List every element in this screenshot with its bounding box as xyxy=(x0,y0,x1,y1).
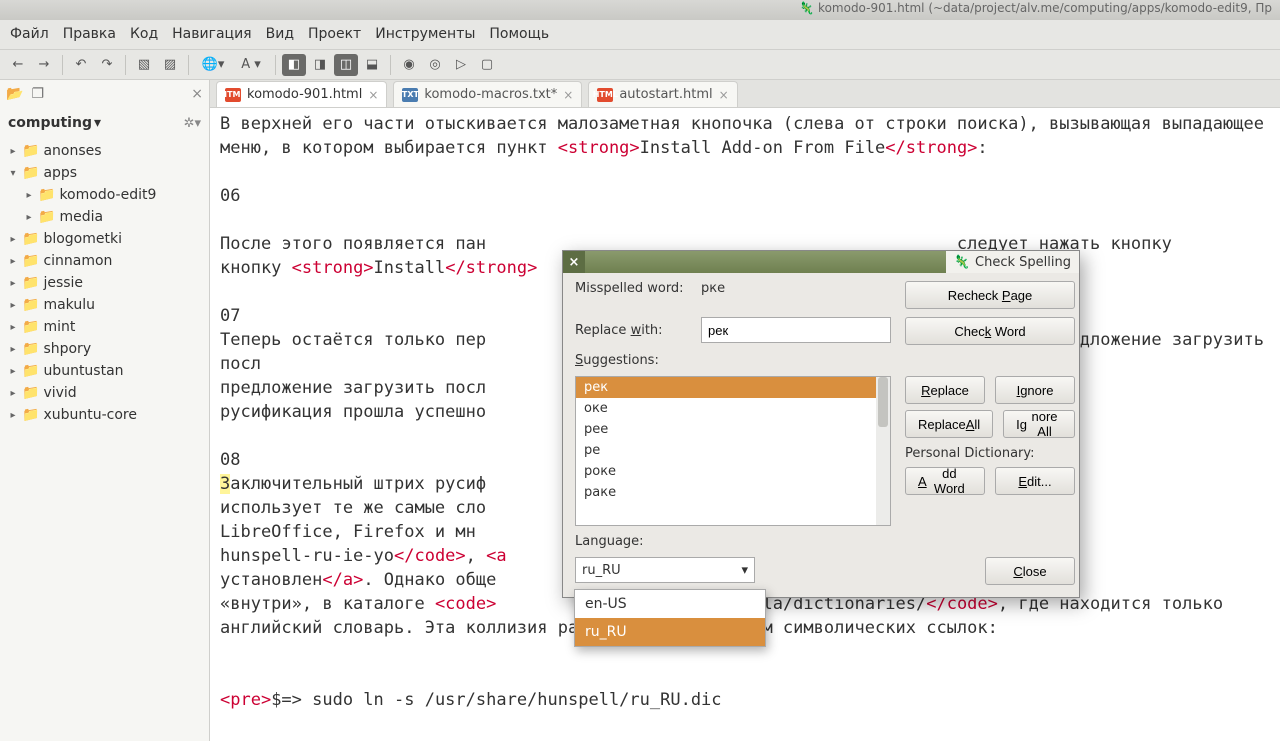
stop-icon[interactable]: ◎ xyxy=(423,54,447,76)
tab-komodo-901[interactable]: HTMLkomodo-901.html× xyxy=(216,81,387,107)
txt-file-icon: TXT xyxy=(402,88,418,102)
tree-item-jessie[interactable]: ▸📁jessie xyxy=(4,272,205,294)
tree-item-makulu[interactable]: ▸📁makulu xyxy=(4,294,205,316)
check-spelling-dialog: × 🦎 Check Spelling Misspelled word: рке R… xyxy=(562,250,1080,598)
replace-with-input[interactable] xyxy=(701,317,891,343)
gear-icon[interactable]: ✲▾ xyxy=(184,116,201,131)
language-select[interactable]: ru_RU▾ xyxy=(575,557,755,583)
dialog-close-icon[interactable]: × xyxy=(563,251,585,273)
panel-right-icon[interactable]: ◨ xyxy=(308,54,332,76)
recheck-page-button[interactable]: Recheck Page xyxy=(905,281,1075,309)
scrollbar[interactable] xyxy=(876,377,890,525)
tree-item-media[interactable]: ▸📁media xyxy=(4,206,205,228)
menu-nav[interactable]: Навигация xyxy=(172,26,251,43)
menu-file[interactable]: Файл xyxy=(10,26,49,43)
save-all-icon[interactable]: ▨ xyxy=(158,54,182,76)
panel-split-icon[interactable]: ◫ xyxy=(334,54,358,76)
tab-autostart[interactable]: HTMLautostart.html× xyxy=(588,81,737,107)
menu-view[interactable]: Вид xyxy=(266,26,294,43)
edit-dict-button[interactable]: Edit... xyxy=(995,467,1075,495)
suggestions-label: Suggestions: xyxy=(575,353,659,368)
check-word-button[interactable]: Check Word xyxy=(905,317,1075,345)
play-icon[interactable]: ▷ xyxy=(449,54,473,76)
suggestion-item[interactable]: роке xyxy=(576,461,890,482)
replace-button[interactable]: Replace xyxy=(905,376,985,404)
html-file-icon: HTML xyxy=(597,88,613,102)
suggestions-list[interactable]: рек оке рее ре роке раке xyxy=(575,376,891,526)
misspelled-label: Misspelled word: xyxy=(575,281,693,296)
nav-fwd-icon[interactable]: → xyxy=(32,54,56,76)
language-dropdown[interactable]: en-US ru_RU xyxy=(574,589,766,647)
record-icon[interactable]: ◉ xyxy=(397,54,421,76)
suggestion-item[interactable]: оке xyxy=(576,398,890,419)
tree-item-shpory[interactable]: ▸📁shpory xyxy=(4,338,205,360)
nav-back-icon[interactable]: ← xyxy=(6,54,30,76)
menu-code[interactable]: Код xyxy=(130,26,158,43)
personal-dict-label: Personal Dictionary: xyxy=(905,446,1075,461)
repeat-icon[interactable]: ▢ xyxy=(475,54,499,76)
dialog-title: Check Spelling xyxy=(975,255,1071,270)
lang-option-en[interactable]: en-US xyxy=(575,590,765,618)
toolbar: ← → ↶ ↷ ▧ ▨ 🌐▾ A ▾ ◧ ◨ ◫ ⬓ ◉ ◎ ▷ ▢ xyxy=(0,50,1280,80)
tree-item-anonses[interactable]: ▸📁anonses xyxy=(4,140,205,162)
menu-help[interactable]: Помощь xyxy=(489,26,549,43)
menu-tools[interactable]: Инструменты xyxy=(375,26,475,43)
close-icon[interactable]: × xyxy=(719,88,729,102)
copy-icon[interactable]: ❐ xyxy=(31,86,44,102)
suggestion-item[interactable]: рек xyxy=(576,377,890,398)
tab-komodo-macros[interactable]: TXTkomodo-macros.txt*× xyxy=(393,81,582,107)
tree-item-xubuntu-core[interactable]: ▸📁xubuntu-core xyxy=(4,404,205,426)
lang-option-ru[interactable]: ru_RU xyxy=(575,618,765,646)
tree-item-vivid[interactable]: ▸📁vivid xyxy=(4,382,205,404)
sidebar-root-label[interactable]: computing xyxy=(8,115,92,131)
undo-icon[interactable]: ↶ xyxy=(69,54,93,76)
tree-item-mint[interactable]: ▸📁mint xyxy=(4,316,205,338)
ignore-button[interactable]: Ignore xyxy=(995,376,1075,404)
spellcheck-icon: 🦎 xyxy=(954,255,970,270)
chevron-down-icon[interactable]: ▾ xyxy=(94,115,101,131)
tree-item-apps[interactable]: ▾📁apps xyxy=(4,162,205,184)
close-icon[interactable]: × xyxy=(563,88,573,102)
add-word-button[interactable]: Add Word xyxy=(905,467,985,495)
html-file-icon: HTML xyxy=(225,88,241,102)
replace-all-button[interactable]: Replace All xyxy=(905,410,993,438)
replace-with-label: Replace with: xyxy=(575,323,693,338)
suggestion-item[interactable]: ре xyxy=(576,440,890,461)
menu-project[interactable]: Проект xyxy=(308,26,361,43)
tree-item-ubuntustan[interactable]: ▸📁ubuntustan xyxy=(4,360,205,382)
language-label: Language: xyxy=(575,534,1075,549)
file-tree[interactable]: ▸📁anonses▾📁apps▸📁komodo-edit9▸📁media▸📁bl… xyxy=(0,138,209,428)
suggestion-item[interactable]: раке xyxy=(576,482,890,503)
sidebar: 📂 ❐ × computing ▾ ✲▾ ▸📁anonses▾📁apps▸📁ko… xyxy=(0,80,210,741)
tree-item-blogometki[interactable]: ▸📁blogometki xyxy=(4,228,205,250)
close-icon[interactable]: × xyxy=(368,88,378,102)
save-icon[interactable]: ▧ xyxy=(132,54,156,76)
menu-edit[interactable]: Правка xyxy=(63,26,116,43)
chevron-down-icon: ▾ xyxy=(741,563,748,578)
browser-icon[interactable]: 🌐▾ xyxy=(195,54,231,76)
window-titlebar: 🦎 komodo-901.html (~data/project/alv.me/… xyxy=(0,0,1280,20)
misspelled-value: рке xyxy=(701,281,725,296)
panel-left-icon[interactable]: ◧ xyxy=(282,54,306,76)
folder-icon[interactable]: 📂 xyxy=(6,86,23,102)
app-icon: 🦎 xyxy=(799,1,814,15)
window-title: komodo-901.html (~data/project/alv.me/co… xyxy=(818,1,1272,15)
panel-bottom-icon[interactable]: ⬓ xyxy=(360,54,384,76)
close-button[interactable]: Close xyxy=(985,557,1075,585)
tree-item-cinnamon[interactable]: ▸📁cinnamon xyxy=(4,250,205,272)
editor-tabs: HTMLkomodo-901.html× TXTkomodo-macros.tx… xyxy=(210,80,1280,108)
menubar: Файл Правка Код Навигация Вид Проект Инс… xyxy=(0,20,1280,50)
redo-icon[interactable]: ↷ xyxy=(95,54,119,76)
tree-item-komodo-edit9[interactable]: ▸📁komodo-edit9 xyxy=(4,184,205,206)
sidebar-close-icon[interactable]: × xyxy=(191,86,203,102)
ignore-all-button[interactable]: Ignore All xyxy=(1003,410,1075,438)
font-icon[interactable]: A ▾ xyxy=(233,54,269,76)
suggestion-item[interactable]: рее xyxy=(576,419,890,440)
